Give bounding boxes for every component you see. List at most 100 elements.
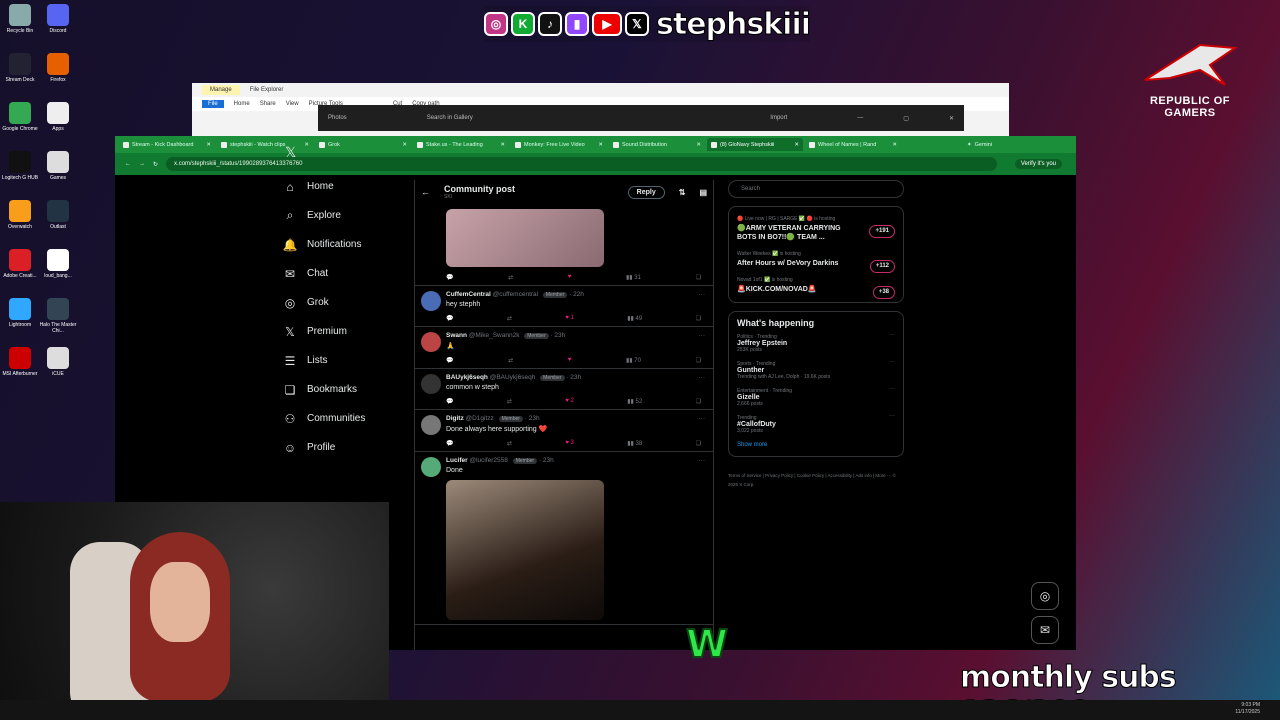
trend-item[interactable]: Trending #CallofDuty 3,022 posts ··· [737, 411, 895, 438]
nav-item-bookmarks[interactable]: ❏ Bookmarks [283, 375, 423, 404]
close-icon[interactable]: ✕ [949, 115, 954, 122]
desktop-icon[interactable]: Apps [38, 102, 78, 132]
live-space-item[interactable]: Novad 1of1 ✅ is hosting 🚨KICK.COM/NOVAD🚨 +… [737, 272, 895, 299]
bookmark-icon[interactable]: ❏ [696, 274, 701, 281]
close-tab-icon[interactable]: ✕ [500, 142, 505, 148]
views-icon[interactable]: ▮▮ 31 [626, 274, 641, 281]
views-icon[interactable]: ▮▮ 70 [626, 357, 641, 364]
reply-icon[interactable]: 💬 [446, 315, 453, 322]
manage-tab[interactable]: Manage [202, 85, 240, 95]
post-time[interactable]: 22h [573, 291, 584, 298]
post-time[interactable]: 23h [570, 374, 581, 381]
post-author[interactable]: Swann [446, 332, 467, 339]
more-icon[interactable]: ··· [889, 332, 895, 338]
browser-tab[interactable]: Stake.us - The Leading ✕ [413, 138, 509, 151]
minimize-icon[interactable]: — [857, 115, 863, 121]
post-handle[interactable]: @Mike_Swann2k [469, 332, 520, 339]
bookmark-icon[interactable]: ❏ [696, 315, 701, 322]
repost-icon[interactable]: ⇄ [508, 357, 513, 364]
more-icon[interactable]: ··· [699, 332, 706, 339]
post-time[interactable]: 23h [554, 332, 565, 339]
desktop-icon[interactable]: Google Chrome [0, 102, 40, 132]
desktop-icon[interactable]: Adobe Creati... [0, 249, 40, 279]
reply-icon[interactable]: 💬 [446, 274, 453, 281]
avatar[interactable] [421, 457, 441, 477]
desktop-icon[interactable]: Logitech G HUB [0, 151, 40, 181]
taskbar-clock[interactable]: 9:03 PM 11/17/2025 [1235, 702, 1260, 716]
desktop-icon[interactable]: Lightroom [0, 298, 40, 328]
views-icon[interactable]: ▮▮ 52 [627, 398, 642, 405]
like-icon[interactable]: ♥ [568, 357, 572, 364]
close-tab-icon[interactable]: ✕ [696, 142, 701, 148]
close-tab-icon[interactable]: ✕ [206, 142, 211, 148]
show-more-link[interactable]: Show more [737, 438, 895, 452]
nav-item-explore[interactable]: ⌕ Explore [283, 201, 423, 230]
browser-tab[interactable]: Stream - Kick Dashboard ✕ [119, 138, 215, 151]
post-image[interactable] [446, 480, 604, 620]
close-tab-icon[interactable]: ✕ [794, 142, 799, 148]
live-space-item[interactable]: 🔴 Live now | RG | SARGE ✅ 🔴 is hosting 🟢A… [737, 211, 895, 246]
verify-button[interactable]: Verify it's you [1014, 159, 1062, 169]
back-icon[interactable]: ← [125, 161, 131, 167]
reply-icon[interactable]: 💬 [446, 398, 453, 405]
repost-icon[interactable]: ⇄ [507, 398, 512, 405]
desktop-icon[interactable]: MSI Afterburner [0, 347, 40, 377]
post-time[interactable]: 23h [529, 415, 540, 422]
back-arrow-icon[interactable]: ← [421, 187, 430, 197]
desktop-icon[interactable]: Stream Deck [0, 53, 40, 83]
trend-item[interactable]: Sports · Trending Gunther Trending with AJ… [737, 357, 895, 384]
nav-item-lists[interactable]: ☰ Lists [283, 346, 423, 375]
bookmark-icon[interactable]: ❏ [696, 357, 701, 364]
more-icon[interactable]: ··· [699, 415, 706, 422]
trend-item[interactable]: Entertainment · Trending Gizelle 2,666 pos… [737, 384, 895, 411]
post[interactable]: CuffemCentral @cuffemcentral Member · 22… [415, 286, 713, 327]
views-icon[interactable]: ▮▮ 38 [627, 440, 642, 447]
post-time[interactable]: 23h [543, 457, 554, 464]
forward-icon[interactable]: → [139, 161, 145, 167]
filter-icon[interactable]: ⇅ [679, 188, 686, 197]
photos-search[interactable]: Search in Gallery [427, 115, 671, 121]
post-handle[interactable]: @D1gitzz [466, 415, 494, 422]
ribbon-share[interactable]: Share [260, 101, 276, 107]
desktop-icon[interactable]: Halo The Master Chi... [38, 298, 78, 334]
post[interactable]: Lucifer @lucifer2558 Member · 23h ··· Do… [415, 452, 713, 625]
nav-item-communities[interactable]: ⚇ Communities [283, 404, 423, 433]
avatar[interactable] [421, 415, 441, 435]
post[interactable]: BAUykj6seqh @BAUykj6seqh Member · 23h ··… [415, 369, 713, 410]
post-handle[interactable]: @cuffemcentral [493, 291, 539, 298]
ribbon-home[interactable]: Home [234, 101, 250, 107]
desktop-icon[interactable]: Overwatch [0, 200, 40, 230]
reload-icon[interactable]: ↻ [153, 161, 158, 168]
like-icon[interactable]: ♥ [568, 274, 572, 281]
trend-item[interactable]: Politics · Trending Jeffrey Epstein 253K p… [737, 330, 895, 357]
post[interactable]: Swann @Mike_Swann2k Member · 23h ··· 🙏 💬… [415, 327, 713, 369]
browser-tab[interactable]: Sound Distribution ✕ [609, 138, 705, 151]
grok-float-button[interactable]: ◎ [1031, 582, 1059, 610]
import-button[interactable]: Import [770, 115, 787, 121]
nav-item-home[interactable]: ⌂ Home [283, 172, 423, 201]
post-handle[interactable]: @BAUykj6seqh [490, 374, 536, 381]
post-author[interactable]: CuffemCentral [446, 291, 491, 298]
more-icon[interactable]: ··· [889, 359, 895, 365]
messages-float-button[interactable]: ✉ [1031, 616, 1059, 644]
ribbon-file[interactable]: File [202, 100, 224, 108]
more-icon[interactable]: ··· [699, 457, 706, 464]
post-author[interactable]: Lucifer [446, 457, 468, 464]
browser-tab[interactable]: Monkey: Free Live Video ✕ [511, 138, 607, 151]
repost-icon[interactable]: ⇄ [508, 274, 513, 281]
desktop-icon[interactable]: Recycle Bin [0, 4, 40, 34]
like-icon[interactable]: ♥ 1 [565, 315, 574, 322]
desktop-icon[interactable]: loud_bang... [38, 249, 78, 279]
reply-button[interactable]: Reply [627, 185, 665, 199]
desktop-icon[interactable]: Discord [38, 4, 78, 34]
like-icon[interactable]: ♥ 2 [565, 398, 574, 405]
browser-tab[interactable]: Wheel of Names | Rand ✕ [805, 138, 901, 151]
post[interactable]: Digitz @D1gitzz Member · 23h ··· Done al… [415, 410, 713, 452]
nav-item-premium[interactable]: 𝕏 Premium [283, 317, 423, 346]
nav-item-profile[interactable]: ☺ Profile [283, 433, 423, 462]
avatar[interactable] [421, 374, 441, 394]
more-icon[interactable]: ··· [699, 374, 706, 381]
post-handle[interactable]: @lucifer2558 [469, 457, 507, 464]
avatar[interactable] [421, 332, 441, 352]
reply-icon[interactable]: 💬 [446, 440, 453, 447]
